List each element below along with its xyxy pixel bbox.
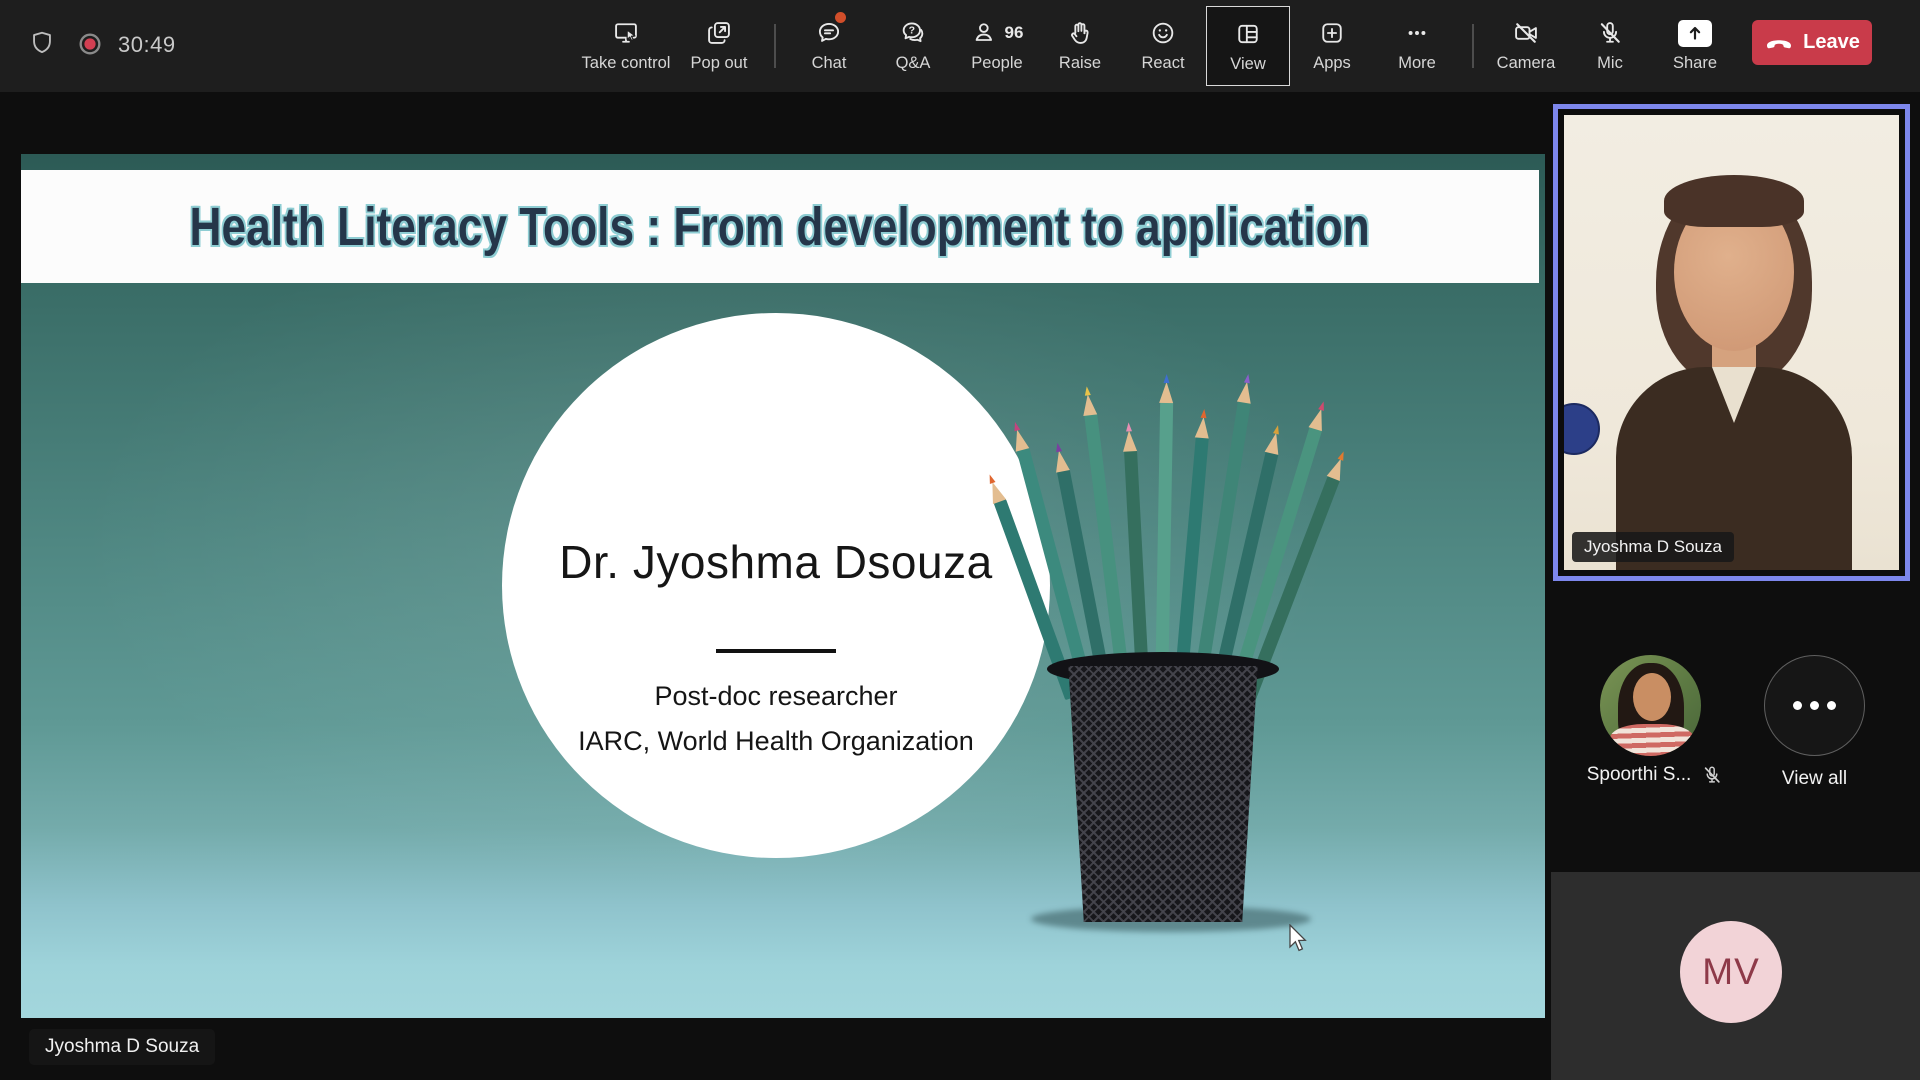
divider-line [716,649,836,653]
chat-notification-badge [835,12,846,23]
apps-plus-icon [1318,16,1346,50]
qa-button[interactable]: ? Q&A [865,6,961,86]
speaker-intro-circle: Dr. Jyoshma Dsouza Post-doc researcher I… [502,313,1050,858]
toolbar-divider [1472,24,1474,68]
presentation-slide: Health Literacy Tools : From development… [21,154,1545,1018]
raise-hand-icon [1066,16,1094,50]
shared-screen-stage: Health Literacy Tools : From development… [0,92,1920,1080]
participant-label-row: Spoorthi S... [1560,764,1750,786]
initials-avatar: MV [1680,921,1782,1023]
speaker-role: Post-doc researcher [502,681,1050,712]
share-button[interactable]: Share [1647,6,1743,86]
people-button[interactable]: 96 People [949,6,1045,86]
active-speaker-video-tile[interactable]: Jyoshma D Souza [1553,104,1910,581]
hangup-phone-icon [1764,28,1794,58]
participant-mic-muted-icon [1701,764,1723,786]
pop-out-icon [705,16,733,50]
mic-muted-icon [1596,16,1624,50]
participant-avatar[interactable] [1600,655,1701,756]
chat-icon [815,16,843,50]
share-screen-icon [1678,16,1712,50]
people-count: 96 [1005,23,1024,43]
background-decor-circle [1564,403,1600,455]
view-all-button[interactable] [1764,655,1865,756]
more-button[interactable]: More [1369,6,1465,86]
camera-button[interactable]: Camera [1478,6,1574,86]
mic-button[interactable]: Mic [1562,6,1658,86]
person-graphic [1664,175,1804,227]
speaker-name: Dr. Jyoshma Dsouza [502,535,1050,589]
react-button[interactable]: React [1115,6,1211,86]
view-layout-icon [1234,17,1262,51]
video-feed: Jyoshma D Souza [1564,115,1899,570]
view-button[interactable]: View [1206,6,1290,86]
leave-button[interactable]: Leave [1752,20,1872,65]
presenter-name-chip: Jyoshma D Souza [29,1029,215,1065]
video-name-chip: Jyoshma D Souza [1572,532,1734,562]
speaker-affiliation: IARC, World Health Organization [502,726,1050,757]
people-icon [971,19,999,47]
take-control-button[interactable]: Take control [566,6,686,86]
svg-text:?: ? [909,25,915,37]
take-control-icon [612,16,640,50]
slide-title: Health Literacy Tools : From development… [190,196,1370,258]
meeting-timer: 30:49 [118,32,176,58]
slide-title-banner: Health Literacy Tools : From development… [21,170,1539,283]
mouse-cursor [1288,924,1310,954]
participant-tile-mv[interactable]: MV [1551,872,1920,1080]
chat-button[interactable]: Chat [781,6,877,86]
security-shield-icon [28,29,56,62]
more-ellipsis-icon [1403,16,1431,50]
participant-name: Spoorthi S... [1587,764,1692,786]
meeting-toolbar: 30:49 Take control Pop out [0,0,1920,92]
recording-indicator-icon [76,30,104,63]
camera-off-icon [1512,16,1540,50]
qa-icon: ? [899,16,927,50]
pop-out-button[interactable]: Pop out [671,6,767,86]
apps-button[interactable]: Apps [1284,6,1380,86]
react-smiley-icon [1149,16,1177,50]
view-all-label: View all [1764,768,1865,790]
toolbar-divider [774,24,776,68]
raise-hand-button[interactable]: Raise [1032,6,1128,86]
